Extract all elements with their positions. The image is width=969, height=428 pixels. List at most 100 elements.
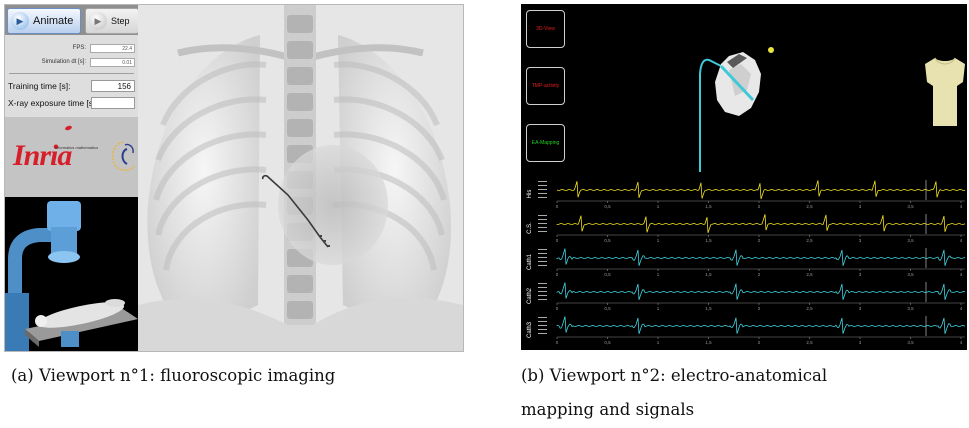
step-label: Step — [111, 16, 130, 26]
time-tick-label: 0 — [556, 238, 559, 243]
time-tick-label: 3,5 — [907, 238, 914, 243]
time-tick-label: 3,5 — [907, 204, 914, 209]
3d-view-button[interactable]: 3D-View — [526, 10, 565, 48]
inria-logo-accent — [64, 124, 73, 132]
time-tick-label: 4 — [960, 204, 963, 209]
time-tick-label: 2 — [758, 204, 761, 209]
animate-button[interactable]: ▶ Animate — [7, 8, 81, 34]
signal-tracks: His 0 0,5 1 1,5 2 2,5 3 3,5 4 C.S. 0 0,5 1 1,5 2 2,5 3 3,5… — [527, 180, 966, 345]
tmp-activity-button[interactable]: TMP-activity — [526, 67, 565, 105]
signal-channel-cath1: Cath1 0 0,5 1 1,5 2 2,5 3 3,5 4 — [527, 248, 966, 277]
tmp-activity-label: TMP-activity — [531, 83, 560, 89]
time-tick-label: 2,5 — [806, 306, 813, 311]
time-tick-label: 0,5 — [604, 204, 611, 209]
time-tick-label: 3 — [859, 238, 862, 243]
play-icon: ▶ — [89, 12, 107, 30]
time-tick-label: 1 — [657, 272, 660, 277]
3d-view-label: 3D-View — [536, 26, 555, 32]
time-tick-label: 2 — [758, 340, 761, 345]
time-tick-label: 3 — [859, 272, 862, 277]
time-tick-label: 2,5 — [806, 238, 813, 243]
xray-exposure-row: X-ray exposure time [s]: — [5, 96, 138, 110]
time-tick-label: 2,5 — [806, 272, 813, 277]
time-tick-label: 1,5 — [705, 238, 712, 243]
time-tick-label: 0,5 — [604, 340, 611, 345]
time-tick-label: 0,5 — [604, 238, 611, 243]
time-tick-label: 3,5 — [907, 306, 914, 311]
settings-form: FPS: 22.4 Simulation dt [s]: 0.01 Traini… — [5, 35, 138, 117]
simulation-dt-row: Simulation dt [s]: 0.01 — [5, 57, 138, 69]
fps-label: FPS: — [72, 45, 86, 51]
channel-label: C.S. — [527, 222, 533, 234]
xray-exposure-field[interactable] — [91, 97, 135, 109]
divider — [9, 73, 134, 74]
signal-channel-his: His 0 0,5 1 1,5 2 2,5 3 3,5 4 — [527, 180, 966, 209]
channel-label: Cath2 — [527, 287, 533, 304]
target-marker — [768, 47, 774, 53]
play-icon: ▶ — [11, 12, 29, 30]
time-tick-label: 0 — [556, 340, 559, 345]
signal-trace — [556, 180, 966, 200]
signal-trace — [556, 316, 966, 334]
time-tick-label: 0 — [556, 306, 559, 311]
ea-mapping-label: EA-Mapping — [531, 140, 560, 146]
signal-trace — [556, 214, 966, 234]
time-tick-label: 3 — [859, 306, 862, 311]
channel-label: Cath3 — [527, 321, 533, 338]
signal-trace — [556, 282, 966, 300]
ea-mapping-button[interactable]: EA-Mapping — [526, 124, 565, 162]
time-tick-label: 2,5 — [806, 204, 813, 209]
channel-label: Cath1 — [527, 253, 533, 270]
viewport-fluoroscopic: ▶ Animate ▶ Step FPS: 22.4 Simulation dt… — [4, 4, 464, 352]
signal-channel-cath3: Cath3 0 0,5 1 1,5 2 2,5 3 3,5 4 — [527, 316, 966, 345]
simulation-dt-field[interactable]: 0.01 — [90, 58, 135, 67]
time-tick-label: 1 — [657, 238, 660, 243]
training-time-row: Training time [s]: 156 — [5, 79, 138, 93]
signal-channel-cath2: Cath2 0 0,5 1 1,5 2 2,5 3 3,5 4 — [527, 282, 966, 311]
time-tick-label: 1,5 — [705, 340, 712, 345]
time-tick-label: 0 — [556, 204, 559, 209]
fps-row: FPS: 22.4 — [5, 43, 138, 55]
time-tick-label: 1,5 — [705, 306, 712, 311]
time-tick-label: 2 — [758, 306, 761, 311]
caption-b-line1: (b) Viewport n°2: electro-anatomical — [521, 366, 828, 385]
viewport-electro-anatomical: 3D-View TMP-activity EA-Mapping His 0 0,5 1… — [521, 4, 967, 350]
time-tick-label: 0,5 — [604, 272, 611, 277]
time-tick-label: 4 — [960, 340, 963, 345]
heart-3d-model — [699, 52, 761, 172]
time-tick-label: 0,5 — [604, 306, 611, 311]
signal-channel-cs: C.S. 0 0,5 1 1,5 2 2,5 3 3,5 4 — [527, 214, 966, 243]
time-tick-label: 3,5 — [907, 340, 914, 345]
time-tick-label: 0 — [556, 272, 559, 277]
time-tick-label: 2 — [758, 272, 761, 277]
simulation-dt-label: Simulation dt [s]: — [41, 59, 86, 65]
torso-model — [925, 57, 965, 126]
time-tick-label: 1 — [657, 340, 660, 345]
time-tick-label: 3,5 — [907, 272, 914, 277]
control-panel: ▶ Animate ▶ Step FPS: 22.4 Simulation dt… — [5, 5, 139, 351]
time-tick-label: 1 — [657, 204, 660, 209]
time-tick-label: 3 — [859, 340, 862, 345]
time-tick-label: 1,5 — [705, 204, 712, 209]
time-tick-label: 2,5 — [806, 340, 813, 345]
c-arm-scene — [5, 197, 138, 351]
time-tick-label: 1,5 — [705, 272, 712, 277]
time-tick-label: 4 — [960, 272, 963, 277]
animate-label: Animate — [33, 15, 74, 27]
time-tick-label: 2 — [758, 238, 761, 243]
fluoroscopic-image — [138, 5, 463, 351]
inria-logo-subtitle: informatics mathematics — [55, 145, 99, 150]
xray-exposure-label: X-ray exposure time [s]: — [8, 98, 98, 108]
time-tick-label: 4 — [960, 306, 963, 311]
time-tick-label: 1 — [657, 306, 660, 311]
fps-field[interactable]: 22.4 — [90, 44, 135, 53]
caption-a: (a) Viewport n°1: fluoroscopic imaging — [11, 366, 336, 385]
channel-label: His — [527, 190, 533, 199]
lab-seal-icon — [111, 141, 135, 172]
time-tick-label: 3 — [859, 204, 862, 209]
training-time-label: Training time [s]: — [8, 81, 71, 91]
step-button[interactable]: ▶ Step — [85, 8, 139, 34]
training-time-field[interactable]: 156 — [91, 80, 135, 92]
logo-area: Inria informatics mathematics — [5, 117, 138, 197]
caption-b-line2: mapping and signals — [521, 400, 695, 419]
